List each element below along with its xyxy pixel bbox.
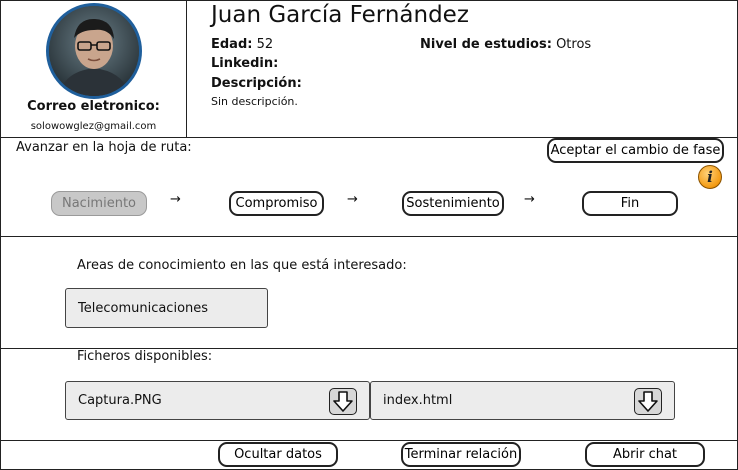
age-value: 52 [256,37,274,52]
files-section: Ficheros disponibles: Captura.PNG index.… [0,349,738,441]
file-item: Captura.PNG [65,381,370,420]
linkedin-field: Linkedin: [211,56,278,71]
accept-phase-change-button[interactable]: Aceptar el cambio de fase [547,138,724,163]
download-button[interactable] [634,388,662,415]
hide-data-button[interactable]: Ocultar datos [218,442,338,467]
files-title: Ficheros disponibles: [77,349,213,364]
file-name: index.html [383,393,453,408]
phase-fin-button[interactable]: Fin [582,191,678,216]
description-label: Descripción: [211,76,302,91]
download-arrow-icon [333,391,353,412]
knowledge-areas-title: Areas de conocimiento en las que está in… [77,258,407,273]
knowledge-areas-section: Areas de conocimiento en las que está in… [0,237,738,349]
phase-arrow-icon: → [170,192,181,207]
footer-actions: Ocultar datos Terminar relación Abrir ch… [0,441,738,470]
phase-sostenimiento-button[interactable]: Sostenimiento [402,191,504,216]
roadmap-section: Avanzar en la hoja de ruta: Aceptar el c… [0,138,738,237]
education-field: Nivel de estudios: Otros [420,37,591,52]
roadmap-title: Avanzar en la hoja de ruta: [16,140,192,155]
phase-arrow-icon: → [524,192,535,207]
age-label: Edad: [211,37,253,52]
download-arrow-icon [638,391,658,412]
profile-name: Juan García Fernández [211,2,469,28]
education-label: Nivel de estudios: [420,37,552,52]
description-field: Descripción: [211,76,302,91]
education-value: Otros [556,37,592,52]
email-label: Correo eletronico: [27,99,160,114]
age-field: Edad: 52 [211,37,273,52]
profile-header: Correo eletronico: solowowglez@gmail.com… [0,0,738,138]
description-value: Sin descripción. [211,95,298,108]
profile-contact-column: Correo eletronico: solowowglez@gmail.com [0,0,187,138]
avatar-photo [49,6,139,96]
file-item: index.html [370,381,675,420]
file-name: Captura.PNG [78,393,162,408]
info-icon[interactable]: i [698,165,722,189]
phase-arrow-icon: → [347,192,358,207]
open-chat-button[interactable]: Abrir chat [585,442,705,467]
email-value: solowowglez@gmail.com [30,121,157,132]
avatar [46,3,142,99]
end-relationship-button[interactable]: Terminar relación [401,442,521,467]
linkedin-label: Linkedin: [211,56,279,71]
phase-nacimiento-button[interactable]: Nacimiento [51,191,147,216]
knowledge-area-item: Telecomunicaciones [65,288,268,328]
download-button[interactable] [329,388,357,415]
phase-compromiso-button[interactable]: Compromiso [229,191,324,216]
